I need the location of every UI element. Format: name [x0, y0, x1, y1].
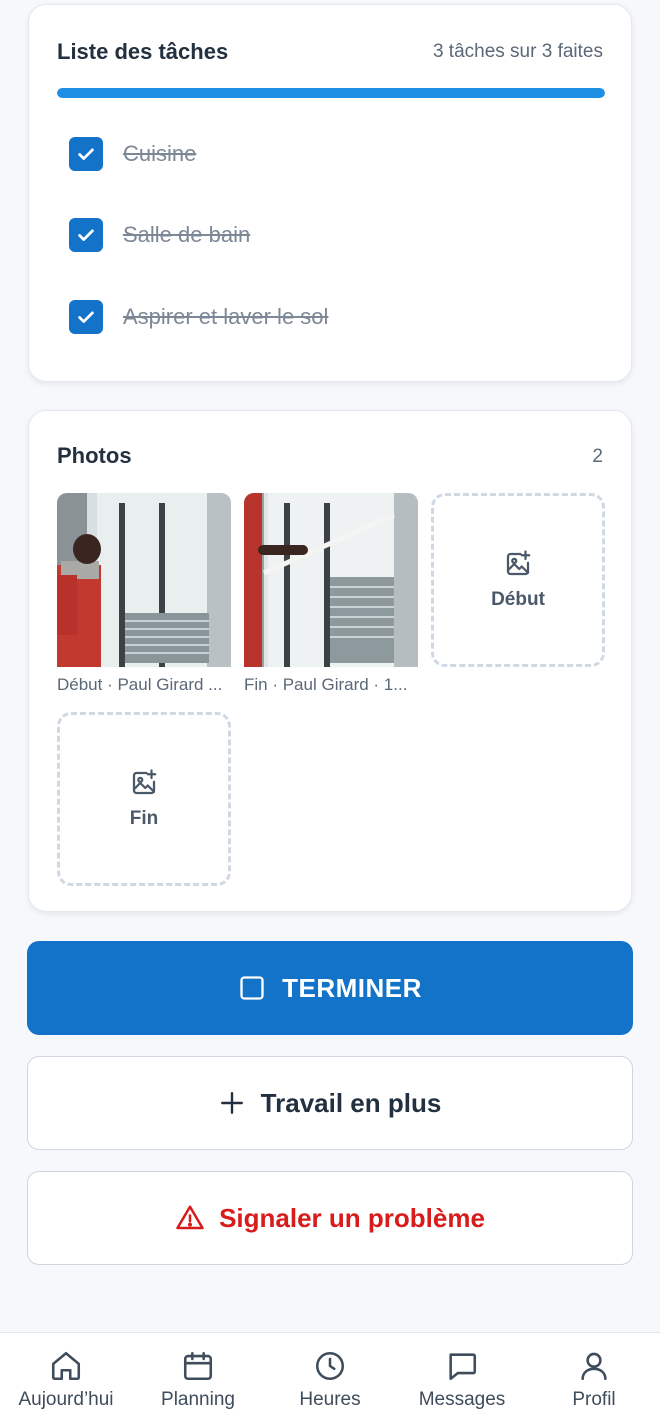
task-progress-fill	[57, 88, 605, 98]
slot-label: Début	[491, 589, 545, 610]
bottom-navigation: Aujourd’hui Planning Heures Messages Pro…	[0, 1332, 660, 1428]
task-checkbox[interactable]	[69, 218, 103, 252]
user-icon	[581, 1352, 607, 1381]
task-label: Aspirer et laver le sol	[123, 304, 329, 329]
photo-image	[57, 493, 231, 667]
nav-item-planning[interactable]: Planning	[132, 1349, 264, 1411]
task-checkbox[interactable]	[69, 300, 103, 334]
nav-label: Heures	[299, 1389, 361, 1410]
photos-count: 2	[592, 446, 603, 467]
slot-label: Fin	[129, 808, 159, 829]
add-image-icon	[506, 550, 531, 576]
nav-item-profile[interactable]: Profil	[528, 1349, 660, 1411]
extra-work-button-label: Travail en plus	[260, 1087, 442, 1118]
task-item[interactable]: Cuisine	[69, 136, 196, 172]
nav-label: Aujourd’hui	[18, 1389, 114, 1410]
photo-image	[244, 493, 418, 667]
task-item[interactable]: Salle de bain	[69, 217, 250, 253]
clock-icon	[315, 1351, 345, 1381]
chat-icon	[449, 1353, 477, 1381]
task-progress-bar	[57, 88, 605, 98]
extra-work-button[interactable]: Travail en plus	[27, 1056, 633, 1150]
check-icon	[78, 148, 94, 160]
task-progress-text: 3 tâches sur 3 faites	[432, 41, 603, 62]
check-icon	[78, 311, 94, 323]
add-photo-start-slot[interactable]: Début	[431, 493, 605, 667]
nav-label: Profil	[572, 1389, 616, 1410]
task-item[interactable]: Aspirer et laver le sol	[69, 299, 328, 335]
photo-caption: Fin · Paul Girard · 1...	[244, 675, 408, 694]
photo-caption: Début · Paul Girard ...	[57, 675, 223, 694]
nav-item-today[interactable]: Aujourd’hui	[0, 1349, 132, 1411]
add-image-icon	[132, 769, 157, 795]
task-label: Cuisine	[123, 141, 197, 166]
task-label: Salle de bain	[123, 222, 251, 247]
checkbox-outline-icon	[240, 976, 264, 1000]
nav-item-hours[interactable]: Heures	[264, 1349, 396, 1411]
finish-button[interactable]: TERMINER	[27, 941, 633, 1035]
check-icon	[78, 229, 94, 241]
photo-thumbnail-end[interactable]	[244, 493, 418, 667]
nav-item-messages[interactable]: Messages	[396, 1349, 528, 1411]
photo-thumbnail-start[interactable]	[57, 493, 231, 667]
report-problem-button[interactable]: Signaler un problème	[27, 1171, 633, 1265]
home-icon	[51, 1351, 81, 1381]
task-list-title: Liste des tâches	[57, 39, 229, 64]
nav-label: Planning	[161, 1389, 235, 1410]
finish-button-label: TERMINER	[282, 972, 422, 1003]
plus-icon	[220, 1092, 243, 1114]
report-problem-button-label: Signaler un problème	[219, 1202, 485, 1233]
calendar-icon	[183, 1351, 213, 1381]
photos-title: Photos	[57, 443, 132, 468]
add-photo-end-slot[interactable]: Fin	[57, 712, 231, 886]
photos-card: Photos 2 Début · Paul Girard ... Fin · P…	[28, 410, 632, 912]
nav-label: Messages	[418, 1389, 506, 1410]
task-list-card: Liste des tâches 3 tâches sur 3 faites C…	[28, 4, 632, 382]
task-checkbox[interactable]	[69, 137, 103, 171]
warning-icon	[176, 1205, 204, 1230]
